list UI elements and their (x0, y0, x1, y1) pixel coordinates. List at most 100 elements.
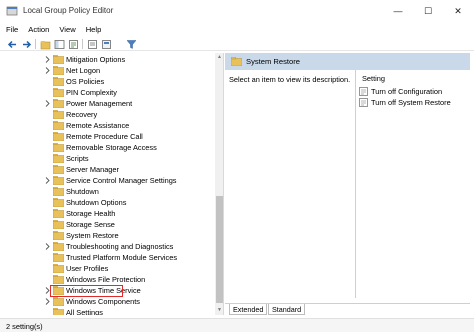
tree-item[interactable]: Windows File Protection (4, 274, 212, 285)
menu-help[interactable]: Help (82, 25, 106, 34)
folder-icon (53, 297, 64, 306)
policy-tree: Mitigation Options Net Logon OS Policies PI… (4, 53, 224, 315)
column-divider[interactable] (355, 70, 356, 298)
tree-item-label: Server Manager (66, 165, 119, 174)
folder-icon (53, 110, 64, 119)
status-bar: 2 setting(s) (0, 318, 474, 332)
menu-bar: File Action View Help (0, 22, 474, 36)
setting-label: Turn off System Restore (371, 98, 451, 107)
tree-item-label: Remote Assistance (66, 121, 130, 130)
tree-item[interactable]: Server Manager (4, 164, 212, 175)
folder-icon (53, 209, 64, 218)
toolbar (0, 37, 474, 51)
folder-icon (53, 165, 64, 174)
tree-item[interactable]: Scripts (4, 153, 212, 164)
description-text: Select an item to view its description. (229, 75, 351, 84)
tree-scrollbar[interactable]: ▲ ▼ (215, 53, 223, 315)
folder-icon (53, 143, 64, 152)
setting-label: Turn off Configuration (371, 87, 443, 96)
tree-item[interactable]: Removable Storage Access (4, 142, 212, 153)
tree-item[interactable]: Remote Assistance (4, 120, 212, 131)
details-pane: System Restore Select an item to view it… (225, 53, 470, 315)
back-icon[interactable] (6, 38, 18, 50)
tree-item-label: Removable Storage Access (66, 143, 157, 152)
folder-icon (53, 99, 64, 108)
tree-item-label: Shutdown (66, 187, 99, 196)
tree-item-label: OS Policies (66, 77, 105, 86)
scroll-down-arrow-icon[interactable]: ▼ (215, 306, 223, 315)
folder-icon (231, 57, 242, 66)
tree-item[interactable]: Troubleshooting and Diagnostics (4, 241, 212, 252)
properties-icon[interactable] (100, 38, 112, 50)
tree-item[interactable]: Net Logon (4, 65, 212, 76)
tree-item[interactable]: Windows Components (4, 296, 212, 307)
tree-item[interactable]: Power Management (4, 98, 212, 109)
filter-icon[interactable] (125, 38, 137, 50)
expand-chevron-icon[interactable] (45, 100, 50, 107)
tree-item[interactable]: Storage Health (4, 208, 212, 219)
tree-item[interactable]: Trusted Platform Module Services (4, 252, 212, 263)
export-list-icon[interactable] (67, 38, 79, 50)
tree-item[interactable]: User Profiles (4, 263, 212, 274)
tree-item[interactable]: Recovery (4, 109, 212, 120)
folder-icon (53, 242, 64, 251)
tree-item-label: Storage Health (66, 209, 116, 218)
tree-item-label: Service Control Manager Settings (66, 176, 177, 185)
details-header: System Restore (225, 53, 470, 70)
expand-chevron-icon[interactable] (45, 243, 50, 250)
window-title: Local Group Policy Editor (23, 6, 114, 15)
tree-item[interactable]: OS Policies (4, 76, 212, 87)
tab-standard[interactable]: Standard (268, 304, 306, 315)
tab-extended[interactable]: Extended (229, 304, 268, 315)
menu-file[interactable]: File (2, 25, 22, 34)
tree-item[interactable]: Storage Sense (4, 219, 212, 230)
tree-item-label: Net Logon (66, 66, 101, 75)
tree-item-label: Windows File Protection (66, 275, 146, 284)
tree-item-label: Storage Sense (66, 220, 115, 229)
folder-icon (53, 253, 64, 262)
scroll-up-arrow-icon[interactable]: ▲ (215, 53, 223, 62)
tree-item-label: Recovery (66, 110, 98, 119)
tree-item[interactable]: Shutdown Options (4, 197, 212, 208)
tree-item[interactable]: Shutdown (4, 186, 212, 197)
menu-view[interactable]: View (55, 25, 79, 34)
folder-up-icon[interactable] (39, 38, 51, 50)
status-text: 2 setting(s) (6, 322, 43, 331)
folder-icon (53, 308, 64, 315)
folder-icon (53, 231, 64, 240)
folder-icon (53, 77, 64, 86)
folder-icon (53, 55, 64, 64)
expand-chevron-icon[interactable] (45, 177, 50, 184)
tree-item-label: PIN Complexity (66, 88, 117, 97)
view-tabs: Extended Standard (225, 303, 470, 315)
tree-item-label: Remote Procedure Call (66, 132, 143, 141)
tree-item[interactable]: PIN Complexity (4, 87, 212, 98)
toolbar-separator (35, 39, 36, 49)
selection-highlight (50, 285, 123, 297)
maximize-button[interactable]: ☐ (413, 0, 443, 22)
folder-icon (53, 220, 64, 229)
tree-item[interactable]: Mitigation Options (4, 54, 212, 65)
expand-chevron-icon[interactable] (45, 56, 50, 63)
folder-icon (53, 66, 64, 75)
folder-icon (53, 187, 64, 196)
show-hide-tree-icon[interactable] (53, 38, 65, 50)
expand-chevron-icon[interactable] (45, 67, 50, 74)
help-icon[interactable] (86, 38, 98, 50)
details-title: System Restore (246, 57, 301, 66)
tree-item[interactable]: Remote Procedure Call (4, 131, 212, 142)
tree-item-label: Scripts (66, 154, 89, 163)
close-button[interactable]: ✕ (443, 0, 473, 22)
folder-icon (53, 154, 64, 163)
folder-icon (53, 121, 64, 130)
tree-item[interactable]: System Restore (4, 230, 212, 241)
expand-chevron-icon[interactable] (45, 298, 50, 305)
policy-setting-icon (359, 98, 368, 107)
tree-item[interactable]: All Settings (4, 307, 212, 315)
forward-icon[interactable] (20, 38, 32, 50)
minimize-button[interactable]: — (383, 0, 413, 22)
tree-item[interactable]: Service Control Manager Settings (4, 175, 212, 186)
setting-column-header[interactable]: Setting (362, 74, 385, 83)
menu-action[interactable]: Action (24, 25, 53, 34)
scrollbar-thumb[interactable] (216, 196, 223, 303)
